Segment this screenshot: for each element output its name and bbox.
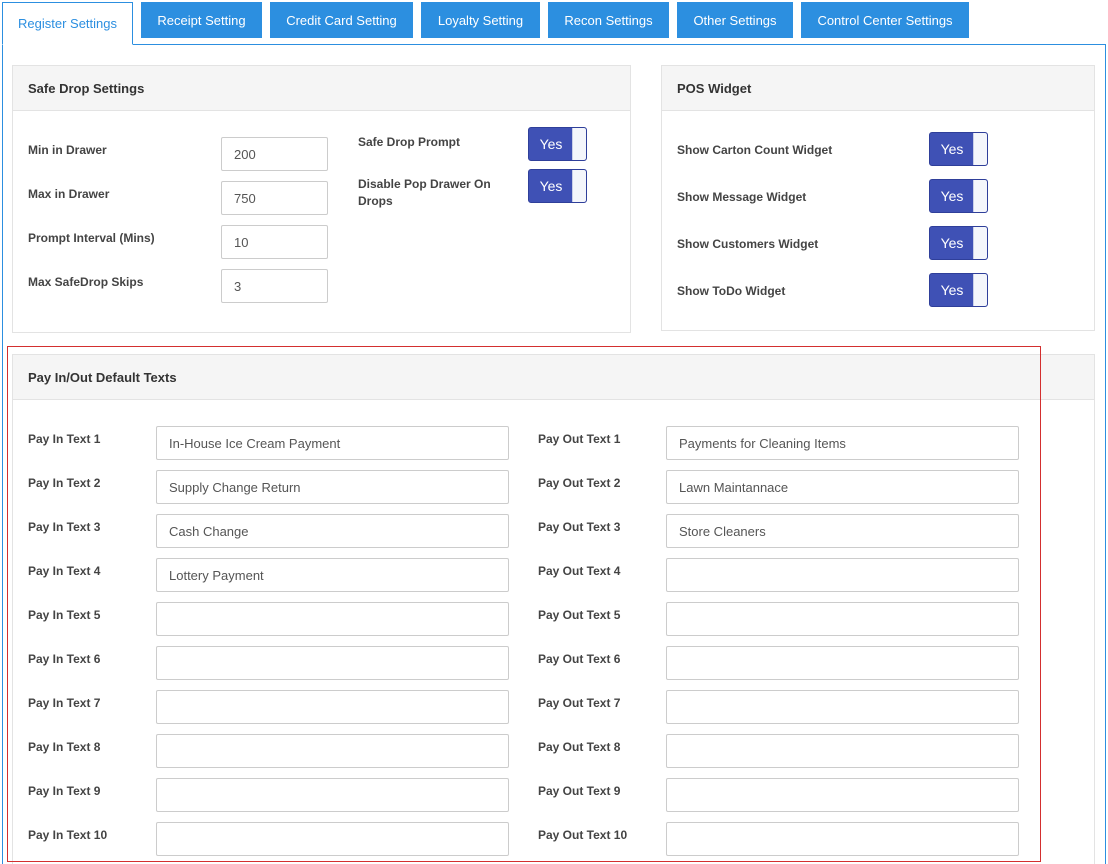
toggle-state-label: Yes <box>539 136 563 152</box>
pay-out-text-6-input[interactable] <box>666 646 1019 680</box>
pay-in-text-3-label: Pay In Text 3 <box>28 520 101 534</box>
toggle-state-label: Yes <box>539 178 563 194</box>
show-customers-widget-label: Show Customers Widget <box>677 237 819 251</box>
pay-out-text-10-label: Pay Out Text 10 <box>538 828 628 842</box>
pay-in-text-1-input[interactable] <box>156 426 509 460</box>
max-safedrop-skips-input[interactable] <box>221 269 328 303</box>
toggle-state-label: Yes <box>940 235 964 251</box>
pay-in-text-7-label: Pay In Text 7 <box>28 696 101 710</box>
prompt-interval-input[interactable] <box>221 225 328 259</box>
pay-out-text-9-label: Pay Out Text 9 <box>538 784 621 798</box>
pay-out-text-7-input[interactable] <box>666 690 1019 724</box>
pay-in-text-2-label: Pay In Text 2 <box>28 476 101 490</box>
settings-tab-bar: Register Settings Receipt Setting Credit… <box>0 0 1108 46</box>
tab-other-settings[interactable]: Other Settings <box>677 2 793 38</box>
disable-pop-drawer-toggle[interactable]: Yes <box>528 169 587 203</box>
pay-in-text-10-input[interactable] <box>156 822 509 856</box>
pay-in-text-9-label: Pay In Text 9 <box>28 784 101 798</box>
max-in-drawer-label: Max in Drawer <box>28 187 110 201</box>
pay-in-text-4-input[interactable] <box>156 558 509 592</box>
show-carton-count-toggle[interactable]: Yes <box>929 132 988 166</box>
show-customers-widget-toggle[interactable]: Yes <box>929 226 988 260</box>
tab-recon-settings[interactable]: Recon Settings <box>548 2 669 38</box>
show-todo-widget-toggle[interactable]: Yes <box>929 273 988 307</box>
pay-in-out-texts-title: Pay In/Out Default Texts <box>13 355 1094 400</box>
toggle-knob <box>973 180 987 212</box>
pay-in-text-10-label: Pay In Text 10 <box>28 828 108 842</box>
safe-drop-settings-title: Safe Drop Settings <box>13 66 630 111</box>
pos-widget-title: POS Widget <box>662 66 1094 111</box>
show-message-widget-label: Show Message Widget <box>677 190 807 204</box>
pay-out-text-7-label: Pay Out Text 7 <box>538 696 621 710</box>
tab-loyalty-setting[interactable]: Loyalty Setting <box>421 2 540 38</box>
pay-in-text-7-input[interactable] <box>156 690 509 724</box>
pay-in-text-8-input[interactable] <box>156 734 509 768</box>
pay-in-text-6-label: Pay In Text 6 <box>28 652 101 666</box>
pay-out-text-5-input[interactable] <box>666 602 1019 636</box>
tab-control-center-settings[interactable]: Control Center Settings <box>801 2 969 38</box>
pay-out-text-5-label: Pay Out Text 5 <box>538 608 621 622</box>
disable-pop-drawer-label: Disable Pop Drawer On Drops <box>358 177 491 208</box>
pay-in-text-8-label: Pay In Text 8 <box>28 740 101 754</box>
toggle-knob <box>572 128 586 160</box>
show-todo-widget-label: Show ToDo Widget <box>677 284 786 298</box>
safe-drop-prompt-toggle[interactable]: Yes <box>528 127 587 161</box>
min-in-drawer-label: Min in Drawer <box>28 143 107 157</box>
pay-out-text-2-input[interactable] <box>666 470 1019 504</box>
pay-in-text-2-input[interactable] <box>156 470 509 504</box>
tab-credit-card-setting[interactable]: Credit Card Setting <box>270 2 413 38</box>
tab-receipt-setting[interactable]: Receipt Setting <box>141 2 262 38</box>
toggle-knob <box>572 170 586 202</box>
pay-in-text-1-label: Pay In Text 1 <box>28 432 101 446</box>
toggle-state-label: Yes <box>940 141 964 157</box>
pay-out-text-10-input[interactable] <box>666 822 1019 856</box>
pay-out-text-6-label: Pay Out Text 6 <box>538 652 621 666</box>
tab-register-settings[interactable]: Register Settings <box>2 2 133 45</box>
show-message-widget-toggle[interactable]: Yes <box>929 179 988 213</box>
min-in-drawer-input[interactable] <box>221 137 328 171</box>
toggle-knob <box>973 133 987 165</box>
pay-in-text-9-input[interactable] <box>156 778 509 812</box>
max-safedrop-skips-label: Max SafeDrop Skips <box>28 275 144 289</box>
toggle-knob <box>973 274 987 306</box>
pos-widget-panel: POS Widget Show Carton Count Widget Yes … <box>661 65 1095 331</box>
pay-in-text-5-label: Pay In Text 5 <box>28 608 101 622</box>
pay-out-text-4-label: Pay Out Text 4 <box>538 564 621 578</box>
pay-out-text-1-label: Pay Out Text 1 <box>538 432 621 446</box>
pay-out-text-1-input[interactable] <box>666 426 1019 460</box>
pay-in-text-6-input[interactable] <box>156 646 509 680</box>
pay-in-out-texts-panel: Pay In/Out Default Texts Pay In Text 1 Pa… <box>12 354 1095 864</box>
safe-drop-prompt-label: Safe Drop Prompt <box>358 135 461 149</box>
pay-out-text-3-label: Pay Out Text 3 <box>538 520 621 534</box>
pay-out-text-8-input[interactable] <box>666 734 1019 768</box>
pay-out-text-9-input[interactable] <box>666 778 1019 812</box>
max-in-drawer-input[interactable] <box>221 181 328 215</box>
toggle-state-label: Yes <box>940 282 964 298</box>
prompt-interval-label: Prompt Interval (Mins) <box>28 231 155 245</box>
pay-out-text-3-input[interactable] <box>666 514 1019 548</box>
toggle-state-label: Yes <box>940 188 964 204</box>
safe-drop-settings-panel: Safe Drop Settings Min in Drawer Max in … <box>12 65 631 333</box>
pay-out-text-2-label: Pay Out Text 2 <box>538 476 621 490</box>
toggle-knob <box>973 227 987 259</box>
pay-out-text-8-label: Pay Out Text 8 <box>538 740 621 754</box>
pay-in-text-3-input[interactable] <box>156 514 509 548</box>
pay-in-text-4-label: Pay In Text 4 <box>28 564 101 578</box>
pay-out-text-4-input[interactable] <box>666 558 1019 592</box>
show-carton-count-label: Show Carton Count Widget <box>677 143 833 157</box>
pay-in-text-5-input[interactable] <box>156 602 509 636</box>
